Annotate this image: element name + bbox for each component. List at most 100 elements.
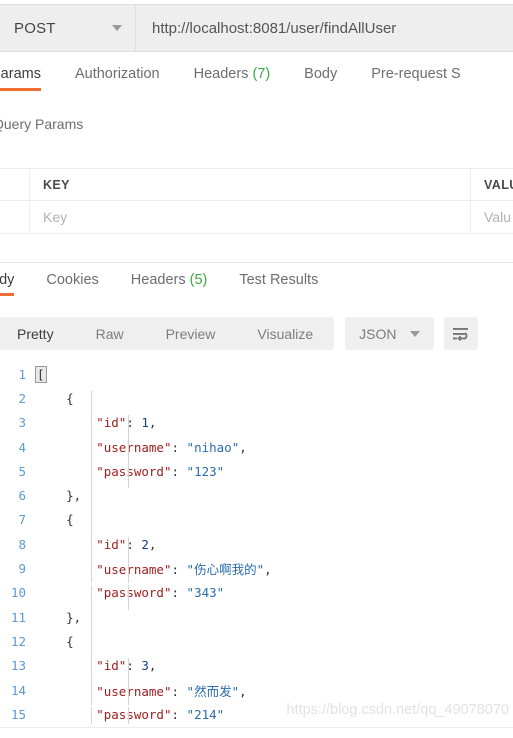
code-token: , bbox=[148, 658, 157, 674]
line-number: 15 bbox=[10, 706, 26, 722]
response-tab-ody[interactable]: ody bbox=[0, 272, 15, 296]
request-tab-body[interactable]: Body bbox=[304, 66, 337, 91]
code-line: 2 { bbox=[0, 386, 513, 416]
line-number: 5 bbox=[18, 463, 26, 479]
code-line: 4 "username": "nihao", bbox=[0, 435, 513, 464]
word-wrap-button[interactable] bbox=[443, 317, 478, 350]
response-body-code-editor[interactable]: 1 [2 {3 "id": 1, 4 "username": "nihao", 5 "… bbox=[0, 362, 513, 724]
code-line-text: { bbox=[36, 390, 513, 416]
code-token: "123" bbox=[186, 463, 225, 479]
line-number: 1 bbox=[18, 366, 26, 382]
response-format-select[interactable]: JSON bbox=[345, 317, 434, 350]
code-line-text: { bbox=[36, 512, 513, 537]
code-token: "id" bbox=[96, 536, 127, 552]
code-line: 7 { bbox=[0, 508, 513, 537]
line-number: 10 bbox=[10, 585, 26, 601]
code-line-text: [ bbox=[35, 365, 513, 383]
code-token: "username" bbox=[96, 439, 172, 455]
code-token: "password" bbox=[96, 585, 172, 601]
code-token: , bbox=[239, 683, 247, 699]
indent-guide bbox=[91, 680, 92, 705]
code-line: 13 "id": 3, bbox=[0, 654, 513, 683]
tab-label: Headers bbox=[193, 66, 249, 82]
request-url-input[interactable]: http://localhost:8081/user/findAllUser bbox=[136, 4, 513, 52]
line-number: 3 bbox=[18, 415, 26, 431]
line-number: 11 bbox=[10, 609, 26, 625]
tab-label: ody bbox=[0, 272, 15, 288]
response-tab-test-results[interactable]: Test Results bbox=[239, 272, 318, 296]
code-token: "password" bbox=[96, 706, 172, 722]
code-line-text: "username": "nihao", bbox=[36, 439, 513, 464]
header-checkbox-cell bbox=[0, 169, 30, 200]
code-token: , bbox=[264, 562, 272, 578]
code-line: 10 "password": "343" bbox=[0, 581, 513, 610]
query-params-title: Query Params bbox=[0, 116, 84, 132]
tab-label: Cookies bbox=[46, 272, 99, 288]
code-token: : bbox=[171, 683, 187, 699]
watermark-text: https://blog.csdn.net/qq_49078070 bbox=[286, 702, 509, 718]
line-number: 14 bbox=[10, 682, 26, 698]
tab-label: Test Results bbox=[239, 272, 319, 288]
code-token: { bbox=[36, 390, 74, 406]
view-mode-raw[interactable]: Raw bbox=[75, 326, 145, 342]
code-token: : bbox=[171, 706, 187, 722]
code-line-text: "id": 2, bbox=[36, 536, 513, 562]
line-number: 12 bbox=[10, 633, 26, 649]
code-line-text: }, bbox=[36, 609, 513, 634]
code-line-text: "id": 1, bbox=[36, 415, 513, 440]
view-mode-preview[interactable]: Preview bbox=[145, 326, 237, 342]
row-checkbox-cell[interactable] bbox=[0, 201, 30, 233]
request-tab-params[interactable]: Params bbox=[0, 66, 41, 91]
tab-count-badge: (7) bbox=[248, 66, 271, 82]
param-key-cell[interactable]: Key bbox=[30, 201, 471, 233]
code-token: { bbox=[36, 512, 74, 528]
code-line-text: "password": "343" bbox=[36, 585, 513, 610]
query-params-table: KEY VALU Key Valu bbox=[0, 168, 513, 234]
request-tab-authorization[interactable]: Authorization bbox=[75, 66, 160, 91]
code-token: }, bbox=[36, 488, 82, 504]
code-line: 5 "password": "123" bbox=[0, 459, 513, 489]
code-token: "id" bbox=[96, 658, 127, 674]
line-number: 7 bbox=[18, 512, 26, 528]
code-token: , bbox=[148, 536, 157, 552]
line-number: 13 bbox=[10, 658, 26, 674]
tab-count-badge: (5) bbox=[185, 272, 208, 288]
response-tab-cookies[interactable]: Cookies bbox=[46, 272, 98, 296]
code-line: 12 { bbox=[0, 629, 513, 659]
table-row: Key Valu bbox=[0, 201, 513, 234]
code-line-text: }, bbox=[36, 488, 513, 513]
indent-guide bbox=[91, 559, 92, 584]
code-line: 3 "id": 1, bbox=[0, 411, 513, 440]
code-token: : bbox=[171, 585, 187, 601]
http-method-select[interactable]: POST bbox=[0, 4, 136, 52]
code-token: : bbox=[171, 463, 187, 479]
code-token: : bbox=[171, 562, 187, 578]
code-line-text: { bbox=[36, 633, 513, 659]
header-value-cell: VALU bbox=[471, 169, 513, 200]
code-token: , bbox=[239, 439, 247, 455]
view-mode-visualize[interactable]: Visualize bbox=[236, 326, 334, 342]
tab-label: Pre-request S bbox=[371, 66, 461, 82]
param-value-cell[interactable]: Valu bbox=[471, 201, 513, 233]
code-token: "伤心啊我的" bbox=[186, 562, 265, 578]
response-tabs: ody Cookies Headers (5) Test Results bbox=[0, 272, 513, 304]
request-tab-headers[interactable]: Headers (7) bbox=[194, 66, 271, 91]
request-tab-pre-request-s[interactable]: Pre-request S bbox=[371, 66, 460, 91]
indent-guide bbox=[91, 706, 92, 724]
code-line-text: "password": "123" bbox=[36, 463, 513, 489]
response-tab-headers[interactable]: Headers (5) bbox=[131, 272, 208, 296]
view-mode-pretty[interactable]: Pretty bbox=[0, 326, 75, 342]
response-section-divider bbox=[0, 262, 513, 263]
column-header-key: KEY bbox=[43, 177, 70, 192]
code-token: , bbox=[148, 415, 157, 431]
chevron-down-icon bbox=[112, 25, 122, 31]
line-number: 9 bbox=[18, 561, 26, 577]
indent-guide bbox=[128, 559, 129, 584]
header-key-cell: KEY bbox=[30, 169, 471, 200]
